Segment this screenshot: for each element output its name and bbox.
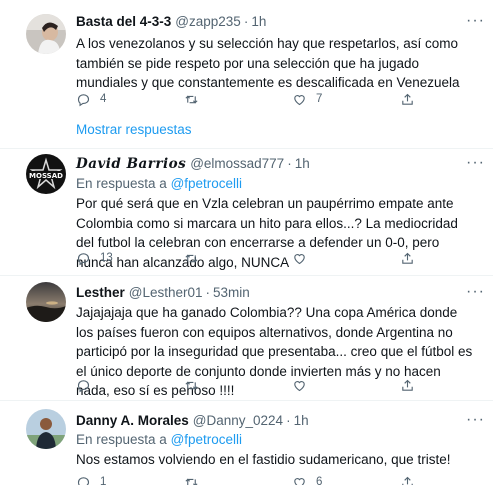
share-button[interactable] [400,473,415,485]
more-icon[interactable]: ··· [466,284,485,300]
tweet-header: Basta del 4-3-3 @zapp235 · 1h [76,14,266,29]
retweet-button[interactable] [184,90,208,108]
share-button[interactable] [400,249,415,267]
avatar[interactable] [26,409,66,449]
retweet-icon [185,95,198,103]
tweet-header: David Barrios @elmossad777 · 1h [76,156,310,172]
heart-icon [294,253,305,264]
mention-link[interactable]: @fpetrocelli [171,432,242,447]
share-button[interactable] [400,90,415,108]
timestamp[interactable]: 1h [251,14,266,29]
tweet-actions [76,376,436,394]
retweet-button[interactable] [184,376,208,394]
heart-icon [294,477,305,485]
show-replies-link[interactable]: Mostrar respuestas [76,122,192,137]
reply-button[interactable] [76,376,100,394]
tweet-actions: 13 [76,249,436,267]
heart-icon [294,380,305,391]
separator-dot: · [205,285,211,300]
more-icon[interactable]: ··· [466,155,485,171]
like-button[interactable] [292,249,316,267]
tweet-danny0224[interactable]: Danny A. Morales @Danny_0224 · 1h ··· En re… [0,401,493,485]
retweet-icon [185,381,198,389]
display-name[interactable]: Basta del 4-3-3 [76,14,171,29]
separator-dot: · [287,156,292,171]
like-count: 7 [316,93,323,105]
tweet-text: A los venezolanos y su selección hay que… [76,36,460,90]
like-button[interactable]: 7 [292,90,322,108]
share-icon [402,252,413,264]
mention-link[interactable]: @fpetrocelli [171,176,242,191]
timestamp[interactable]: 53min [213,285,250,300]
reply-button[interactable]: 13 [76,249,113,267]
heart-icon [294,94,305,105]
separator-dot: · [243,14,249,29]
like-button[interactable]: 6 [292,473,322,485]
timestamp[interactable]: 1h [294,413,309,428]
user-handle[interactable]: @Danny_0224 [193,413,283,428]
avatar[interactable]: MOSSAD [26,154,66,194]
retweet-button[interactable] [184,249,208,267]
reply-icon [77,93,90,106]
replying-to: En respuesta a @fpetrocelli [76,432,242,447]
user-handle[interactable]: @zapp235 [175,14,241,29]
reply-icon [77,379,90,392]
reply-count: 1 [100,476,107,485]
reply-button[interactable]: 1 [76,473,106,485]
user-handle[interactable]: @elmossad777 [190,156,284,171]
display-name[interactable]: David Barrios [76,156,186,172]
reply-count: 4 [100,93,107,105]
tweet-actions: 1 6 [76,473,436,485]
tweet-header: Lesther @Lesther01 · 53min [76,285,250,300]
avatar[interactable] [26,282,66,322]
display-name[interactable]: Lesther [76,285,125,300]
reply-count: 13 [100,252,113,264]
tweet-actions: 4 7 [76,90,436,108]
retweet-icon [185,478,198,485]
tweet-header: Danny A. Morales @Danny_0224 · 1h [76,413,309,428]
like-button[interactable] [292,376,316,394]
replying-to: En respuesta a @fpetrocelli [76,176,242,191]
user-handle[interactable]: @Lesther01 [129,285,203,300]
retweet-button[interactable] [184,473,208,485]
more-icon[interactable]: ··· [466,13,485,29]
tweet-text: Nos estamos volviendo en el fastidio sud… [76,452,451,467]
separator-dot: · [286,413,291,428]
share-icon [402,379,413,391]
retweet-icon [185,254,198,262]
reply-icon [77,476,90,485]
share-icon [402,476,413,485]
like-count: 6 [316,476,323,485]
timestamp[interactable]: 1h [295,156,310,171]
share-button[interactable] [400,376,415,394]
reply-icon [77,252,90,265]
svg-text:MOSSAD: MOSSAD [29,172,63,180]
tweet-zapp235[interactable]: Basta del 4-3-3 @zapp235 · 1h ··· A los ven… [0,0,493,150]
display-name[interactable]: Danny A. Morales [76,413,189,428]
tweet-elmossad777[interactable]: MOSSAD David Barrios @elmossad777 · 1h ··· … [0,149,493,275]
more-icon[interactable]: ··· [466,412,485,428]
replying-to-label: En respuesta a [76,432,167,447]
share-icon [402,93,413,105]
tweet-lesther01[interactable]: Lesther @Lesther01 · 53min ··· Jajajajaja q… [0,276,493,401]
reply-button[interactable]: 4 [76,90,106,108]
replying-to-label: En respuesta a [76,176,167,191]
avatar[interactable] [26,14,66,54]
